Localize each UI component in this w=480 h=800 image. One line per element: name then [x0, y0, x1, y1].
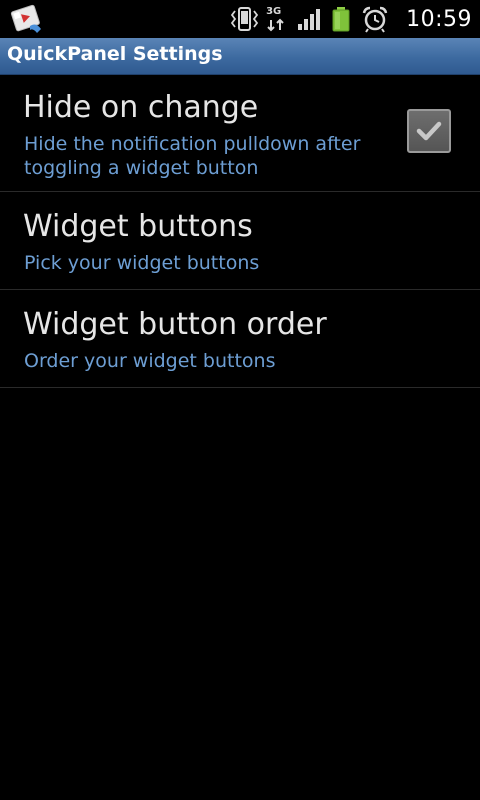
hide-on-change-checkbox[interactable] [407, 109, 451, 153]
page-title: QuickPanel Settings [7, 43, 223, 65]
pref-widget-button-order[interactable]: Widget button order Order your widget bu… [0, 290, 480, 388]
notification-app-icon[interactable] [10, 4, 44, 34]
pref-title: Widget button order [23, 307, 327, 342]
pref-summary: Order your widget buttons [24, 350, 276, 372]
status-icons: 3G 10:59 [228, 0, 480, 38]
signal-icon [294, 4, 324, 34]
alarm-icon [358, 4, 392, 34]
pref-widget-buttons[interactable]: Widget buttons Pick your widget buttons [0, 192, 480, 290]
data-3g-icon: 3G [260, 4, 294, 34]
title-bar: QuickPanel Settings [0, 38, 480, 75]
battery-icon [324, 4, 358, 34]
checkmark-icon [416, 121, 442, 141]
preference-list: Hide on change Hide the notification pul… [0, 75, 480, 388]
pref-hide-on-change[interactable]: Hide on change Hide the notification pul… [0, 75, 480, 192]
vibrate-icon [228, 4, 260, 34]
pref-summary: Hide the notification pulldown after tog… [24, 133, 361, 179]
pref-summary: Pick your widget buttons [24, 252, 260, 274]
status-bar: 3G 10:59 [0, 0, 480, 38]
pref-title: Hide on change [23, 90, 259, 125]
pref-title: Widget buttons [23, 209, 253, 244]
clock-time: 10:59 [406, 6, 472, 32]
